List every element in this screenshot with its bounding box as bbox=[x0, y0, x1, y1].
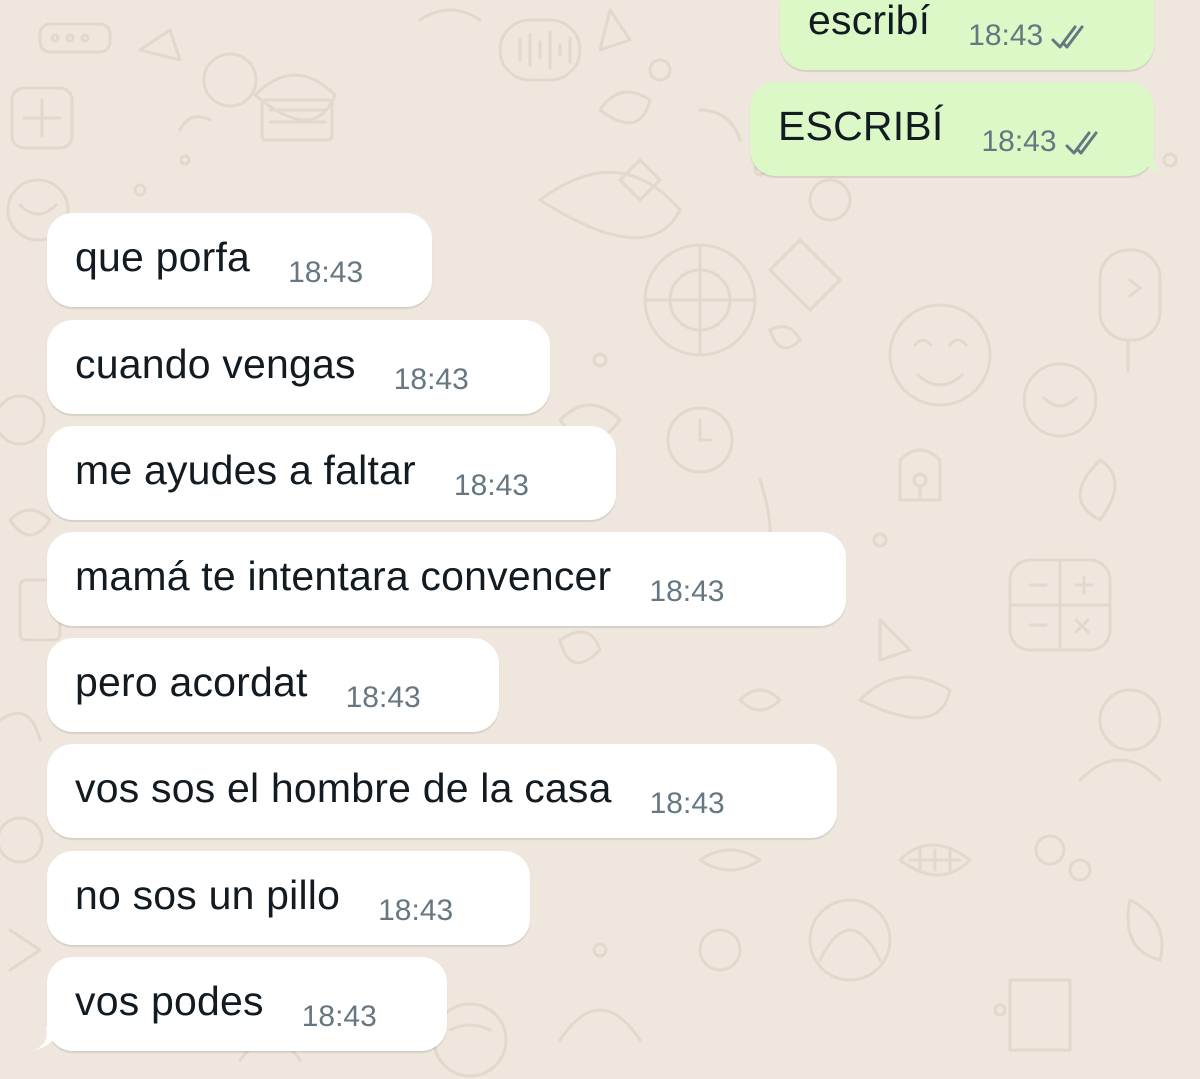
message-meta: 18:43 bbox=[346, 680, 421, 716]
message-meta: 18:43 bbox=[968, 18, 1095, 54]
incoming-message[interactable]: mamá te intentara convencer 18:43 bbox=[47, 532, 846, 626]
message-time: 18:43 bbox=[393, 363, 469, 396]
message-time: 18:43 bbox=[649, 787, 725, 820]
message-text: vos sos el hombre de la casa bbox=[75, 765, 612, 811]
double-check-icon bbox=[1051, 25, 1084, 49]
message-meta: 18:43 bbox=[981, 124, 1108, 160]
bubble-tail bbox=[32, 1027, 60, 1051]
double-check-icon bbox=[1065, 131, 1098, 155]
message-meta: 18:43 bbox=[378, 893, 453, 929]
message-time: 18:43 bbox=[649, 575, 725, 608]
message-text: que porfa bbox=[75, 234, 251, 280]
message-time: 18:43 bbox=[301, 1000, 377, 1033]
incoming-message[interactable]: vos sos el hombre de la casa 18:43 bbox=[47, 744, 837, 838]
message-text: ESCRIBÍ bbox=[778, 103, 944, 149]
message-meta: 18:43 bbox=[454, 468, 529, 504]
message-text: no sos un pillo bbox=[75, 872, 341, 918]
message-meta: 18:43 bbox=[302, 999, 377, 1035]
outgoing-message[interactable]: escribí 18:43 bbox=[780, 0, 1154, 70]
incoming-message[interactable]: no sos un pillo 18:43 bbox=[47, 851, 530, 945]
outgoing-message[interactable]: ESCRIBÍ 18:43 bbox=[750, 82, 1154, 176]
message-text: mamá te intentara convencer bbox=[75, 553, 612, 599]
message-meta: 18:43 bbox=[650, 786, 725, 822]
message-time: 18:43 bbox=[981, 125, 1057, 158]
bubble-tail bbox=[1140, 152, 1168, 176]
message-time: 18:43 bbox=[968, 19, 1044, 52]
message-meta: 18:43 bbox=[288, 255, 363, 291]
message-meta: 18:43 bbox=[649, 574, 724, 610]
message-text: cuando vengas bbox=[75, 341, 356, 387]
incoming-message[interactable]: que porfa 18:43 bbox=[47, 213, 432, 307]
incoming-message[interactable]: pero acordat 18:43 bbox=[47, 638, 499, 732]
message-text: vos podes bbox=[75, 978, 264, 1024]
message-text: me ayudes a faltar bbox=[75, 447, 416, 493]
message-text: pero acordat bbox=[75, 659, 308, 705]
message-time: 18:43 bbox=[378, 894, 454, 927]
chat-messages: escribí 18:43 ESCRIBÍ 18:43 que porfa 18… bbox=[0, 0, 1200, 1079]
message-time: 18:43 bbox=[288, 256, 364, 289]
message-meta: 18:43 bbox=[394, 362, 469, 398]
incoming-message[interactable]: cuando vengas 18:43 bbox=[47, 320, 550, 414]
incoming-message[interactable]: me ayudes a faltar 18:43 bbox=[47, 426, 616, 520]
message-text: escribí bbox=[808, 0, 931, 43]
message-time: 18:43 bbox=[345, 681, 421, 714]
incoming-message[interactable]: vos podes 18:43 bbox=[47, 957, 447, 1051]
message-time: 18:43 bbox=[453, 469, 529, 502]
